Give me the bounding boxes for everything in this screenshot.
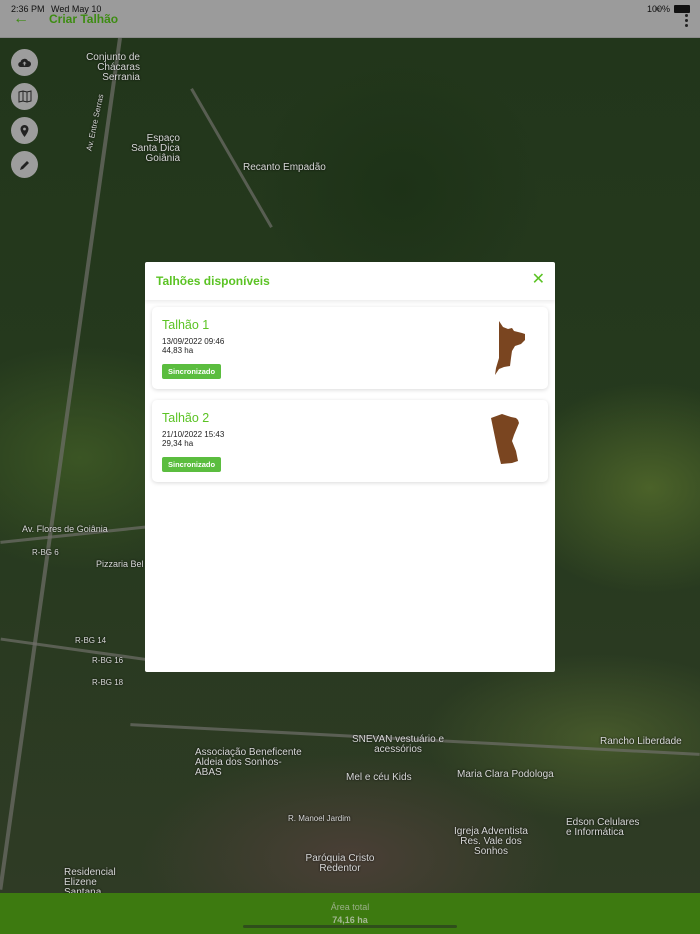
pencil-icon [19,160,29,170]
talhao-name: Talhão 2 [162,411,210,425]
arrow-left-icon[interactable]: ← [13,10,29,28]
close-icon[interactable]: ✕ [532,272,545,288]
map-label: Residencial Elizene Santana [64,867,116,894]
talhao-date: 13/09/2022 09:46 [162,337,225,346]
map-label: R-BG 18 [92,678,124,687]
cloud-upload-button[interactable] [11,49,38,76]
area-total-bar: Área total 74,16 ha [0,893,700,934]
talhao-card[interactable]: Talhão 2 21/10/2022 15:43 29,34 ha Sincr… [152,400,548,482]
modal-title: Talhões disponíveis [156,274,270,288]
talhao-area: 29,34 ha [162,439,194,448]
map-label: R-BG 16 [92,656,124,665]
location-button[interactable] [11,117,38,144]
home-indicator [243,925,457,928]
map-label: Associação Beneficente Aldeia dos Sonhos… [195,747,302,778]
map-label: Espaço Santa Dica Goiânia [131,133,180,164]
map-label: Paróquia Cristo Redentor [305,853,375,874]
field-shape-icon [491,414,519,464]
draw-button[interactable] [11,151,38,178]
more-vertical-icon[interactable] [685,14,688,29]
map-label: Rancho Liberdade [600,736,682,747]
field-shape-icon [495,321,525,375]
map-label: Av. Flores de Goiânia [22,524,108,534]
map-label: Maria Clara Podologa [457,769,554,780]
talhao-date: 21/10/2022 15:43 [162,430,225,439]
talhao-area: 44,83 ha [162,346,194,355]
map-label: R-BG 14 [75,636,107,645]
app-header: 2:36 PM Wed May 10 ≈ 100% ← Criar Talhão [0,0,700,38]
modal-header: Talhões disponíveis ✕ [145,262,555,300]
map-label: Mel e céu Kids [346,772,412,783]
map-label: Igreja Adventista Res. Vale dos Sonhos [454,826,528,857]
talhao-card[interactable]: Talhão 1 13/09/2022 09:46 44,83 ha Sincr… [152,307,548,389]
area-total-value: 74,16 ha [332,915,368,925]
map-label: Recanto Empadão [243,162,326,173]
map-label: R. Manoel Jardim [288,814,351,823]
talhoes-modal: Talhões disponíveis ✕ Talhão 1 13/09/202… [145,262,555,672]
page-title: Criar Talhão [49,12,119,26]
cloud-upload-icon [18,58,31,67]
area-total-label: Área total [330,902,370,912]
status-badge: Sincronizado [162,364,222,379]
map-label: R-BG 6 [32,548,59,557]
location-pin-icon [20,124,29,137]
talhao-name: Talhão 1 [162,318,210,332]
status-badge: Sincronizado [162,457,222,472]
map-icon [18,90,31,103]
map-layers-button[interactable] [11,83,38,110]
map-label: SNEVAN vestuário e acessórios [351,734,445,755]
map-label: Pizzaria Bel [96,559,144,569]
status-battery: 100% [646,4,670,14]
battery-icon [674,5,690,13]
map-label: Conjunto de Chácaras Serrania [86,52,140,83]
map-label: Edson Celulares e Informática [566,817,640,838]
